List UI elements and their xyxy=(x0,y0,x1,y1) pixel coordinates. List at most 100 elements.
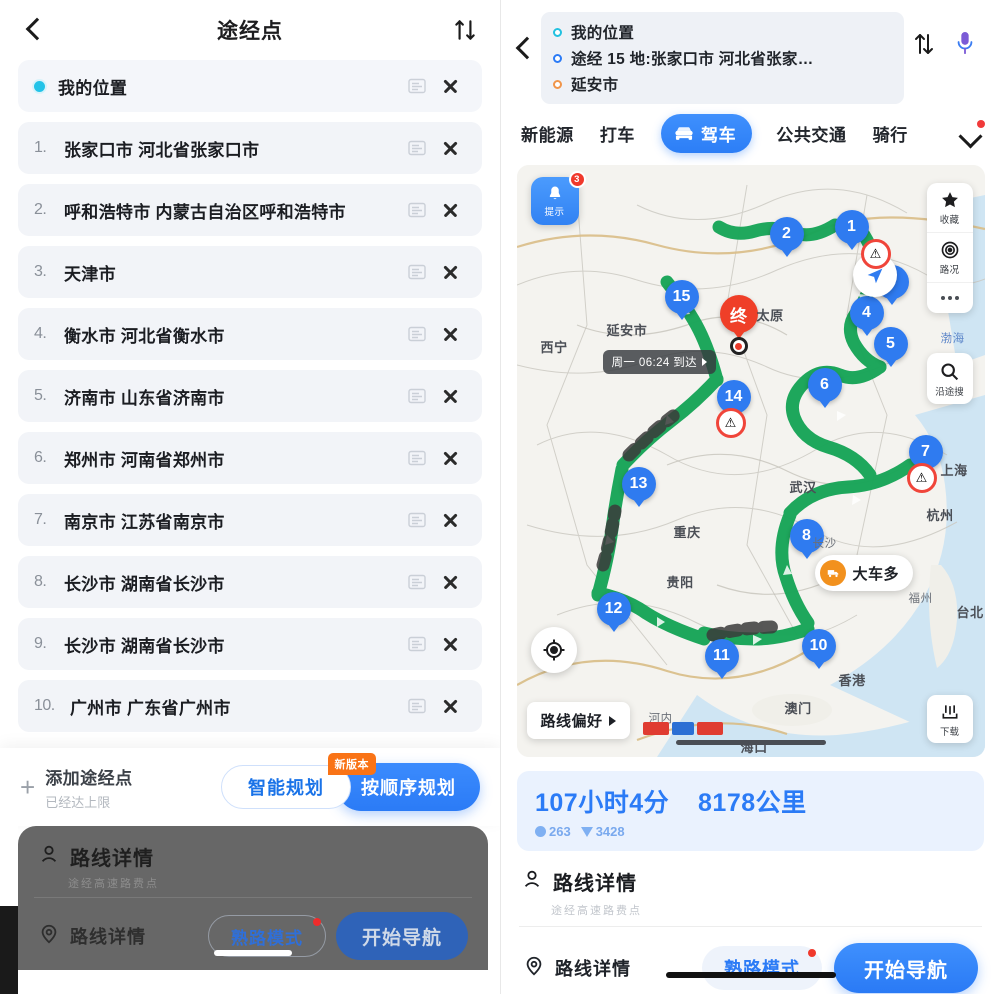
traffic-button[interactable]: 路况 xyxy=(926,233,973,283)
via-field[interactable]: 途经 15 地:张家口市 河北省张家… xyxy=(553,45,892,71)
chevron-down-icon[interactable] xyxy=(958,119,985,147)
waypoint-marker[interactable]: 11 xyxy=(704,639,739,673)
drag-handle-icon[interactable] xyxy=(408,698,426,714)
sort-swap-icon[interactable] xyxy=(452,17,478,43)
route-detail-action-label[interactable]: 路线详情 xyxy=(555,955,631,981)
familiar-mode-button[interactable]: 熟路模式 xyxy=(702,946,822,990)
plus-icon[interactable]: + xyxy=(20,772,35,803)
list-item[interactable]: 4. 衡水市 河北省衡水市 xyxy=(18,308,482,360)
city-label: 太原 xyxy=(756,308,784,323)
drag-handle-icon[interactable] xyxy=(408,264,426,280)
waypoint-label: 呼和浩特市 内蒙古自治区呼和浩特市 xyxy=(64,202,346,222)
alert-button[interactable]: 提示 3 xyxy=(530,171,586,225)
route-detail-overlay: 路线详情 途经高速路费点 路线详情 熟路模式 开始导航 xyxy=(18,826,488,970)
list-item[interactable]: 5. 济南市 山东省济南市 xyxy=(18,370,482,422)
remove-waypoint-button[interactable] xyxy=(430,66,470,106)
download-button[interactable]: 下载 xyxy=(926,695,973,743)
drag-handle-icon[interactable] xyxy=(408,78,426,94)
tab-taxi[interactable]: 打车 xyxy=(600,121,635,146)
waypoint-label: 长沙市 湖南省长沙市 xyxy=(64,574,225,594)
eta-tooltip[interactable]: 周一 06:24 到达 xyxy=(602,350,717,374)
back-icon[interactable] xyxy=(511,26,541,74)
search-along-route-button[interactable]: 沿途搜 xyxy=(926,353,973,404)
more-dots-icon[interactable] xyxy=(927,283,973,313)
incident-marker[interactable]: ⚠ xyxy=(860,239,891,269)
start-value: 我的位置 xyxy=(571,25,635,42)
route-fields[interactable]: 我的位置 途经 15 地:张家口市 河北省张家… 延安市 xyxy=(541,12,904,104)
microphone-icon[interactable] xyxy=(944,28,986,58)
traffic-lights-count: 263 xyxy=(535,824,571,839)
end-field[interactable]: 延安市 xyxy=(553,71,892,97)
waypoint-label: 南京市 江苏省南京市 xyxy=(64,512,225,532)
tab-driving[interactable]: 驾车 xyxy=(661,114,753,153)
list-item[interactable]: 2. 呼和浩特市 内蒙古自治区呼和浩特市 xyxy=(18,184,482,236)
tab-public-transit[interactable]: 公共交通 xyxy=(776,121,846,146)
favorites-button[interactable]: 收藏 xyxy=(926,183,973,233)
drag-handle-icon[interactable] xyxy=(408,512,426,528)
city-label: 长沙 xyxy=(812,538,837,550)
waypoint-marker[interactable]: 1 xyxy=(834,210,869,244)
drag-handle-icon[interactable] xyxy=(408,326,426,342)
incident-marker[interactable]: ⚠ xyxy=(715,408,746,438)
waypoint-marker[interactable]: 5 xyxy=(873,327,908,361)
waypoint-index: 10. xyxy=(34,697,55,714)
locate-icon[interactable] xyxy=(530,627,577,673)
destination-marker[interactable]: 终 xyxy=(719,295,758,333)
start-navigation-button[interactable]: 开始导航 xyxy=(335,912,468,960)
waypoint-marker[interactable]: 10 xyxy=(801,629,836,663)
remove-waypoint-button[interactable] xyxy=(430,128,470,168)
remove-waypoint-button[interactable] xyxy=(430,438,470,478)
drag-handle-icon[interactable] xyxy=(408,450,426,466)
remove-waypoint-button[interactable] xyxy=(430,190,470,230)
waypoint-marker[interactable]: 13 xyxy=(621,467,656,501)
route-map[interactable]: 提示 3 收藏 路况 沿途搜 1 2 3 xyxy=(516,165,985,757)
waypoint-marker[interactable]: 2 xyxy=(769,217,804,251)
remove-waypoint-button[interactable] xyxy=(430,686,470,726)
truck-warning-tooltip[interactable]: 大车多 xyxy=(814,555,914,591)
route-detail-header[interactable]: 路线详情 xyxy=(501,851,1000,908)
list-item[interactable]: 10. 广州市 广东省广州市 xyxy=(18,680,482,732)
remove-waypoint-button[interactable] xyxy=(430,500,470,540)
route-distance: 8178公里 xyxy=(698,789,807,817)
tab-cycling[interactable]: 骑行 xyxy=(873,121,908,146)
waypoint-marker[interactable]: 15 xyxy=(664,280,699,314)
list-item[interactable]: 1. 张家口市 河北省张家口市 xyxy=(18,122,482,174)
start-field[interactable]: 我的位置 xyxy=(553,19,892,45)
incident-marker[interactable]: ⚠ xyxy=(906,463,937,493)
remove-waypoint-button[interactable] xyxy=(430,376,470,416)
alert-badge: 3 xyxy=(568,171,586,188)
waypoint-marker[interactable]: 12 xyxy=(596,592,631,626)
city-label: 武汉 xyxy=(789,480,817,495)
list-item[interactable]: 7. 南京市 江苏省南京市 xyxy=(18,494,482,546)
drag-handle-icon[interactable] xyxy=(408,388,426,404)
remove-waypoint-button[interactable] xyxy=(430,314,470,354)
overlay-subtitle: 途经高速路费点 xyxy=(68,878,159,890)
smart-plan-button[interactable]: 智能规划 新版本 xyxy=(221,753,376,809)
list-item[interactable]: 9. 长沙市 湖南省长沙市 xyxy=(18,618,482,670)
tab-new-energy[interactable]: 新能源 xyxy=(521,121,574,146)
remove-waypoint-button[interactable] xyxy=(430,562,470,602)
drag-handle-icon[interactable] xyxy=(408,574,426,590)
list-item[interactable]: 我的位置 xyxy=(18,60,482,112)
start-navigation-button[interactable]: 开始导航 xyxy=(834,943,978,993)
list-item[interactable]: 6. 郑州市 河南省郑州市 xyxy=(18,432,482,484)
waypoint-marker[interactable]: 6 xyxy=(807,368,842,402)
remove-waypoint-button[interactable] xyxy=(430,252,470,292)
notification-dot-icon xyxy=(312,918,321,926)
swap-vertical-icon[interactable] xyxy=(904,30,944,58)
drag-handle-icon[interactable] xyxy=(408,202,426,218)
route-summary[interactable]: 107小时4分 8178公里 263 3428 xyxy=(517,771,984,851)
waypoint-index: 8. xyxy=(34,573,47,590)
route-result-panel: 我的位置 途经 15 地:张家口市 河北省张家… 延安市 新能源 打车 驾车 公… xyxy=(500,0,1000,994)
waypoint-marker[interactable]: 4 xyxy=(849,296,884,330)
list-item[interactable]: 3. 天津市 xyxy=(18,246,482,298)
route-detail-subtitle: 途经高速路费点 xyxy=(551,905,642,917)
remove-waypoint-button[interactable] xyxy=(430,624,470,664)
list-item[interactable]: 8. 长沙市 湖南省长沙市 xyxy=(18,556,482,608)
overlay-detail-label[interactable]: 路线详情 xyxy=(70,923,146,949)
route-preference-button[interactable]: 路线偏好 xyxy=(526,702,630,739)
end-dot-icon xyxy=(553,79,562,89)
drag-handle-icon[interactable] xyxy=(408,140,426,156)
destination-pin-icon xyxy=(729,337,748,355)
drag-handle-icon[interactable] xyxy=(408,636,426,652)
